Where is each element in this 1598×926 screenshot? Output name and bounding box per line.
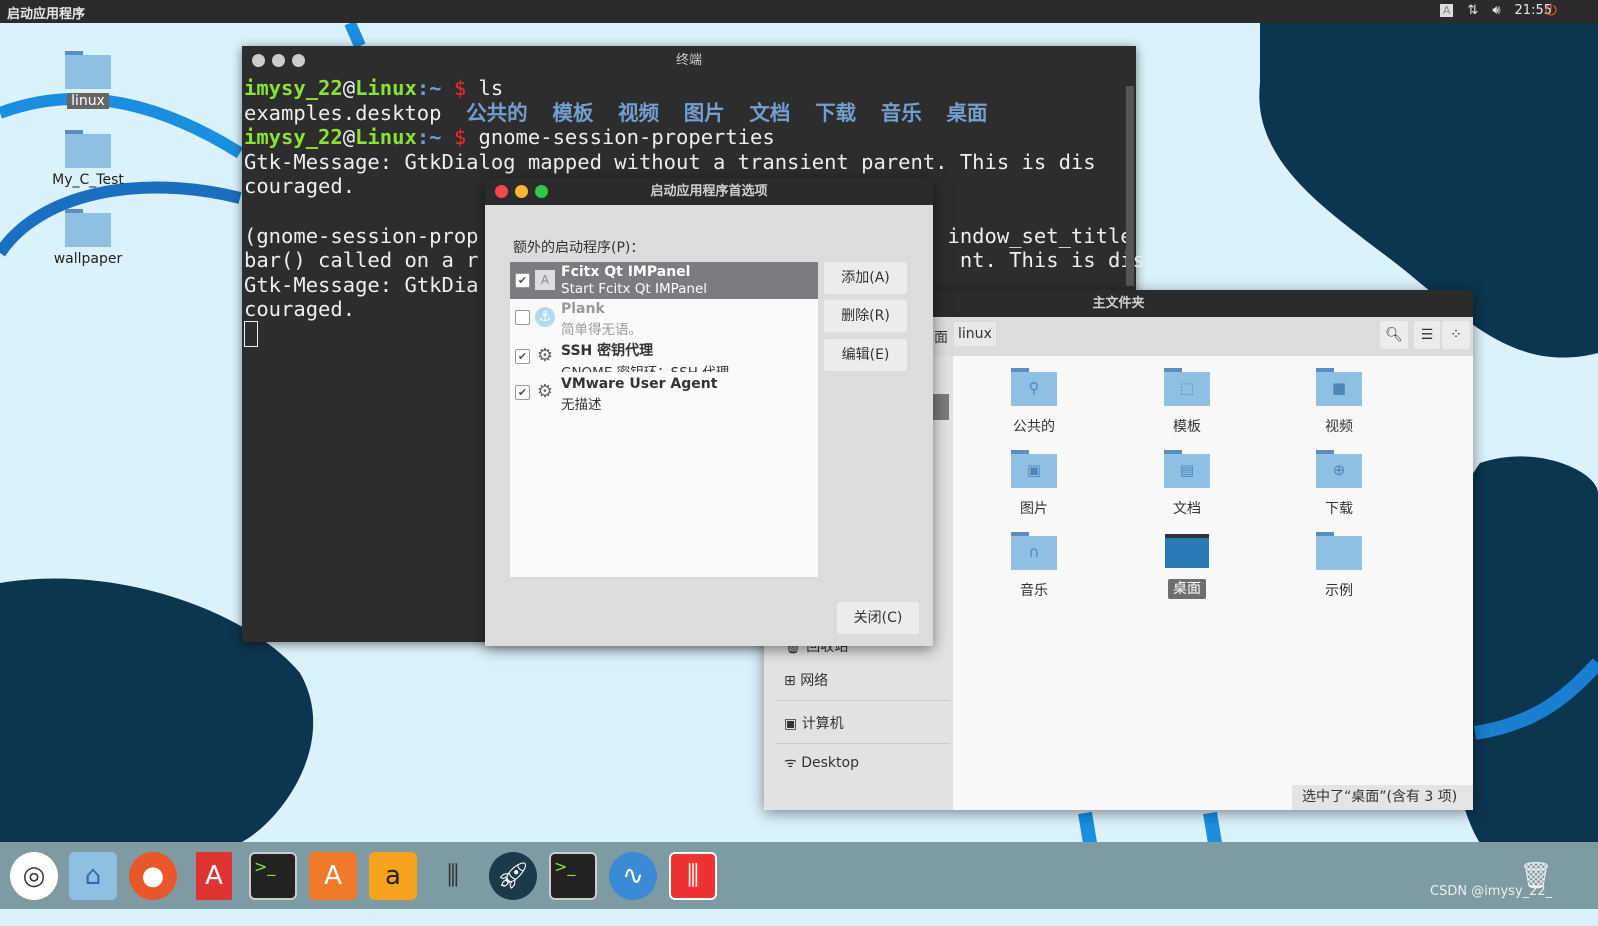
folder-downloads[interactable]: ⊕ 下载 [1284, 450, 1394, 518]
wave-icon[interactable]: ∿ [609, 852, 657, 900]
edit-button[interactable]: 编辑(E) [824, 339, 907, 371]
network-icon[interactable]: ⇅ [1467, 3, 1478, 18]
grid-view-button[interactable]: ⁘ [1442, 321, 1470, 349]
maximize-button[interactable] [535, 185, 548, 198]
downloads-folder-icon: ⊕ [1316, 450, 1362, 488]
close-dialog-button[interactable]: 关闭(C) [837, 602, 919, 634]
desktop-icon-label: linux [67, 93, 109, 109]
gears-icon: ⚙ [536, 381, 554, 402]
active-app-title: 启动应用程序 [7, 7, 86, 22]
startup-programs-list[interactable]: ✔ A Fcitx Qt IMPanel Start Fcitx Qt IMPanel… [510, 262, 818, 577]
input-method-icon: A [535, 270, 555, 290]
desktop-icon-linux[interactable]: linux [43, 51, 133, 109]
close-button[interactable] [252, 54, 265, 67]
software-center-icon[interactable]: A [309, 852, 357, 900]
documents-folder-icon: ▤ [1164, 450, 1210, 488]
sidebar-item-network[interactable]: ⊞ 网络 [784, 670, 828, 690]
list-item[interactable]: ✔ A Fcitx Qt IMPanel Start Fcitx Qt IMPanel [510, 262, 818, 299]
status-bar: 选中了“桌面”(含有 3 项) [1292, 785, 1473, 810]
path-current[interactable]: linux [954, 322, 996, 346]
list-item[interactable]: ⚓ Plank 简单得无语。 [510, 299, 818, 338]
list-item[interactable]: ✔ ⚙ VMware User Agent 无描述 [510, 374, 818, 413]
gears-icon: ⚙ [536, 345, 554, 366]
top-panel: 启动应用程序 A ⇅ 🔊︎ 21:55 ⏻ [0, 0, 1598, 23]
desktop-folder-icon [1165, 534, 1209, 568]
sidebar-item-desktop[interactable]: ᯤ Desktop [784, 753, 859, 772]
enable-checkbox[interactable]: ✔ [515, 349, 530, 364]
power-icon[interactable]: ⏻ [1545, 1, 1557, 19]
anchor-icon: ⚓ [535, 307, 555, 327]
enable-checkbox[interactable]: ✔ [515, 385, 530, 400]
folder-icon [65, 130, 111, 168]
music-folder-icon: ∩ [1011, 532, 1057, 570]
folder-templates[interactable]: ⬚ 模板 [1132, 368, 1242, 436]
window-title: 终端 [242, 46, 1136, 76]
volume-icon[interactable]: 🔊︎ [1492, 3, 1500, 18]
templates-folder-icon: ⬚ [1164, 368, 1210, 406]
remove-button[interactable]: 删除(R) [824, 300, 907, 332]
launcher-rocket-icon[interactable]: 🚀︎ [489, 852, 537, 900]
maximize-button[interactable] [292, 54, 305, 67]
mixer-icon[interactable]: ⫼ [429, 852, 477, 900]
dock: ◎ ⌂ ● A >_ A a ⫼ 🚀︎ >_ ∿ ⫼ 🗑︎ [0, 842, 1598, 909]
enable-checkbox[interactable]: ✔ [515, 273, 530, 288]
share-folder-icon: ⚲ [1011, 368, 1057, 406]
terminal-icon[interactable]: >_ [549, 852, 597, 900]
desktop-icon-label: wallpaper [53, 251, 123, 267]
folder-desktop[interactable]: 桌面 [1132, 534, 1242, 599]
dialog-title: 启动应用程序首选项 [485, 178, 933, 205]
folder-public[interactable]: ⚲ 公共的 [979, 368, 1089, 436]
folder-examples[interactable]: 示例 [1284, 532, 1394, 600]
startup-preferences-dialog[interactable]: 启动应用程序首选项 额外的启动程序(P)： ✔ A Fcitx Qt IMPanel… [485, 178, 933, 646]
list-item[interactable]: ✔⚙SSH 密钥代理GNOME 密钥环：SSH 代理 [510, 338, 818, 372]
folder-icon [65, 209, 111, 247]
input-method-indicator[interactable]: A [1439, 4, 1454, 17]
folder-videos[interactable]: ■ 视频 [1284, 368, 1394, 436]
list-view-button[interactable]: ☰ [1414, 321, 1440, 349]
folder-documents[interactable]: ▤ 文档 [1132, 450, 1242, 518]
enable-checkbox[interactable] [515, 310, 530, 325]
amazon-icon[interactable]: a [369, 852, 417, 900]
ubuntu-icon[interactable]: ◎ [10, 852, 58, 900]
text-editor-icon[interactable]: A [196, 852, 232, 900]
scrollbar[interactable] [1126, 86, 1134, 286]
list-label: 额外的启动程序(P)： [513, 240, 645, 256]
folder-icon [65, 51, 111, 89]
terminal-icon[interactable]: >_ [249, 852, 297, 900]
folder-pictures[interactable]: ▣ 图片 [979, 450, 1089, 518]
link-folder-icon [1316, 532, 1362, 570]
desktop-icon-my-c-test[interactable]: My_C_Test [43, 130, 133, 188]
firefox-icon[interactable]: ● [129, 852, 177, 900]
pictures-folder-icon: ▣ [1011, 450, 1057, 488]
add-button[interactable]: 添加(A) [824, 262, 907, 294]
folder-music[interactable]: ∩ 音乐 [979, 532, 1089, 600]
home-folder-icon[interactable]: ⌂ [69, 852, 117, 900]
close-button[interactable] [495, 185, 508, 198]
watermark: CSDN @imysy_22_ [1430, 884, 1553, 899]
desktop-icon-label: My_C_Test [52, 172, 124, 188]
search-button[interactable]: 🔍︎ [1380, 321, 1408, 349]
minimize-button[interactable] [515, 185, 528, 198]
minimize-button[interactable] [272, 54, 285, 67]
sidebar-item-computer[interactable]: ▣ 计算机 [784, 713, 844, 733]
desktop-icon-wallpaper[interactable]: wallpaper [43, 209, 133, 267]
video-folder-icon: ■ [1316, 368, 1362, 406]
equalizer-icon[interactable]: ⫼ [669, 852, 717, 900]
path-segment[interactable]: 面 [934, 327, 948, 347]
